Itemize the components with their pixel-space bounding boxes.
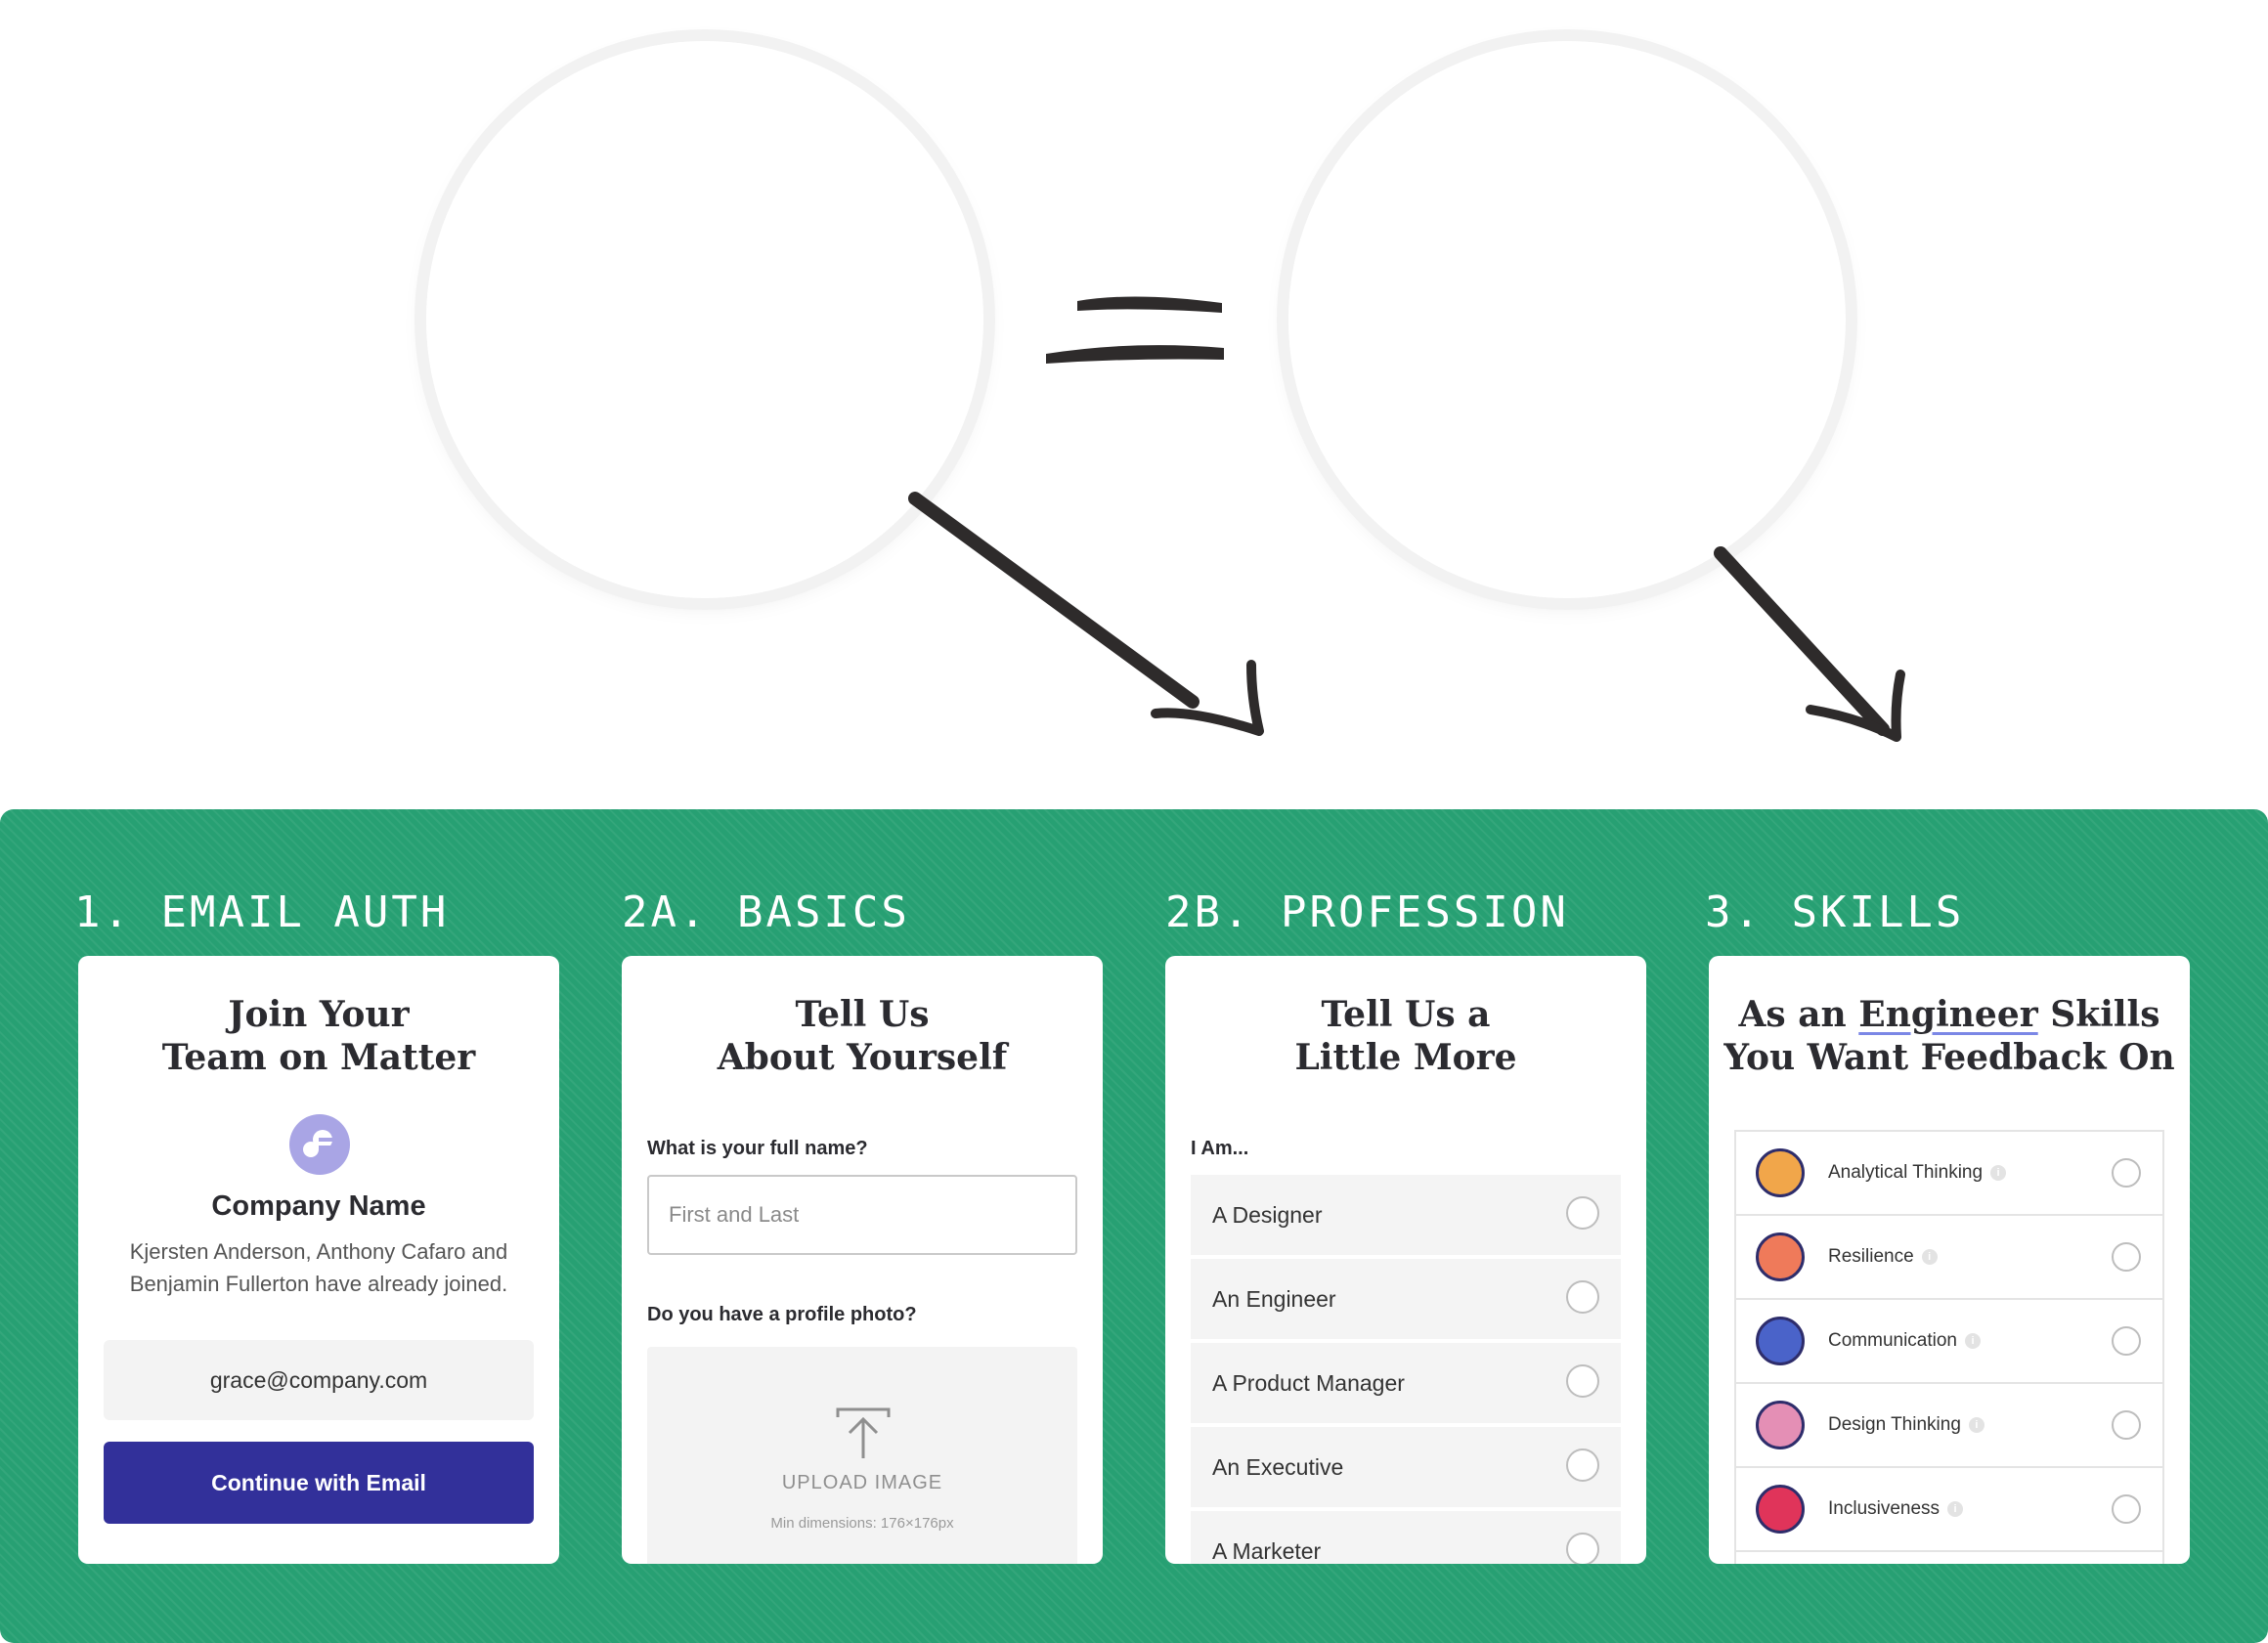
full-name-question: What is your full name? (647, 1138, 868, 1159)
arrow-to-skills-icon (1714, 546, 1905, 742)
upload-dimensions-hint: Min dimensions: 176×176px (770, 1515, 954, 1532)
skill-design-thinking[interactable]: Design Thinking i (1736, 1384, 2162, 1468)
skill-label: Design Thinking (1828, 1414, 1961, 1435)
infinity-heart-icon (1756, 1485, 1805, 1534)
skill-label: Analytical Thinking (1828, 1162, 1984, 1183)
profession-title-line1: Tell Us a (1321, 994, 1491, 1035)
option-radio[interactable] (1566, 1533, 1599, 1564)
option-engineer[interactable]: An Engineer (1191, 1259, 1621, 1339)
flower-icon (1756, 1232, 1805, 1281)
info-icon[interactable]: i (1965, 1333, 1981, 1349)
option-label: A Designer (1212, 1201, 1323, 1228)
option-executive[interactable]: An Executive (1191, 1427, 1621, 1507)
email-auth-card: Join Your Team on Matter Company Name Kj… (78, 956, 559, 1564)
skill-communication[interactable]: Communication i (1736, 1300, 2162, 1384)
option-designer[interactable]: A Designer (1191, 1175, 1621, 1255)
skills-list: Analytical Thinking i Resilience i Communi… (1734, 1130, 2164, 1564)
speech-bubbles-icon (1756, 1317, 1805, 1365)
skill-radio[interactable] (2112, 1158, 2141, 1188)
profile-photo-question: Do you have a profile photo? (647, 1304, 917, 1325)
company-logo-icon (289, 1114, 350, 1175)
option-label: An Executive (1212, 1453, 1344, 1480)
upload-image-dropzone[interactable]: UPLOAD IMAGE Min dimensions: 176×176px (647, 1347, 1077, 1564)
upload-image-label: UPLOAD IMAGE (781, 1472, 943, 1493)
skill-label: Inclusiveness (1828, 1498, 1941, 1519)
info-icon[interactable]: i (1921, 1249, 1938, 1265)
joined-line1: Kjersten Anderson, Anthony Cafaro and (129, 1239, 508, 1264)
info-icon[interactable]: i (1947, 1501, 1964, 1517)
magnifier-puzzle-icon (1756, 1148, 1805, 1197)
skills-title-role: Engineer (1858, 994, 2038, 1035)
option-radio[interactable] (1566, 1196, 1599, 1230)
skill-resilience[interactable]: Resilience i (1736, 1216, 2162, 1300)
arrow-to-profession-icon (908, 492, 1264, 736)
full-name-input[interactable]: First and Last (647, 1175, 1077, 1255)
option-radio[interactable] (1566, 1280, 1599, 1314)
basics-title-line1: Tell Us (795, 994, 930, 1035)
skills-title-suffix: Skills (2050, 994, 2160, 1035)
step-label-basics: 2A. BASICS (622, 887, 910, 937)
skills-title-line2: You Want Feedback On (1723, 1037, 2175, 1078)
magnifier-skills: As an Engineer Skills You Want Feedback … (1288, 41, 1846, 598)
option-label: A Marketer (1212, 1537, 1322, 1564)
option-radio[interactable] (1566, 1364, 1599, 1398)
basics-card: Tell Us About Yourself What is your full… (622, 956, 1103, 1564)
info-icon[interactable]: i (1990, 1165, 2007, 1181)
joined-members-text: Kjersten Anderson, Anthony Cafaro and Be… (108, 1235, 530, 1300)
equals-sign-icon (1046, 296, 1224, 364)
upload-icon (836, 1407, 891, 1458)
skill-label: Resilience (1828, 1246, 1914, 1267)
skill-radio[interactable] (2112, 1494, 2141, 1524)
magnified-skills-card: As an Engineer Skills You Want Feedback … (1288, 41, 1820, 598)
skills-card: As an Engineer Skills You Want Feedback … (1709, 956, 2190, 1564)
email-auth-title-line2: Team on Matter (161, 1037, 476, 1078)
info-icon[interactable]: i (1968, 1417, 1984, 1433)
option-label: An Engineer (1212, 1285, 1336, 1312)
profession-card: Tell Us a Little More I Am... A Designer… (1165, 956, 1646, 1564)
skill-analytical-thinking[interactable]: Analytical Thinking i (1736, 1132, 2162, 1216)
cube-icon (1756, 1401, 1805, 1449)
email-auth-title-line1: Join Your (228, 994, 410, 1035)
skill-radio[interactable] (2112, 1326, 2141, 1356)
skill-radio[interactable] (2112, 1242, 2141, 1272)
iam-label: I Am... (1191, 1138, 1249, 1159)
skills-title-prefix: As an (1738, 994, 1847, 1035)
step-label-email-auth: 1. EMAIL AUTH (74, 887, 450, 937)
skill-label: Communication (1828, 1330, 1957, 1351)
profession-title-line2: Little More (1294, 1037, 1517, 1078)
step-label-profession: 2B. PROFESSION (1165, 887, 1569, 937)
skill-radio[interactable] (2112, 1410, 2141, 1440)
company-name: Company Name (211, 1190, 426, 1222)
continue-with-email-button[interactable]: Continue with Email (104, 1442, 534, 1524)
step-label-skills: 3. SKILLS (1705, 887, 1965, 937)
option-marketer[interactable]: A Marketer (1191, 1511, 1621, 1564)
option-label: A Product Manager (1212, 1369, 1405, 1396)
joined-line2: Benjamin Fullerton have already joined. (129, 1272, 508, 1296)
email-field[interactable]: grace@company.com (104, 1340, 534, 1420)
skill-inclusiveness[interactable]: Inclusiveness i (1736, 1468, 2162, 1552)
option-radio[interactable] (1566, 1448, 1599, 1482)
option-product-manager[interactable]: A Product Manager (1191, 1343, 1621, 1423)
basics-title-line2: About Yourself (717, 1037, 1008, 1078)
